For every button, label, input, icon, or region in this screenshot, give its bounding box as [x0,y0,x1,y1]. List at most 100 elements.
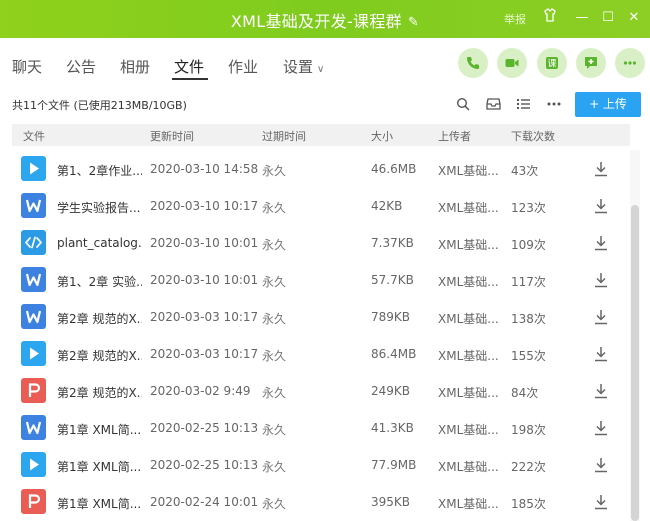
table-row[interactable]: plant_catalog... 2020-03-10 10:01 永久 7.37KB… [12,226,618,263]
file-size: 57.7KB [371,273,414,287]
word-file-icon [21,193,46,218]
table-row[interactable]: 第2章 规范的X... 2020-03-03 10:17 永久 789KB XML基础.… [12,300,618,337]
file-uploader: XML基础... [438,460,499,474]
file-expire-time: 永久 [262,423,287,437]
column-header-downloads[interactable]: 下载次数 [511,128,555,144]
file-size: 395KB [371,495,411,509]
more-actions-button[interactable] [615,48,645,78]
download-icon[interactable] [594,346,608,362]
close-icon[interactable]: ✕ [624,8,644,28]
chevron-down-icon: ∨ [317,64,325,75]
file-uploader: XML基础... [438,164,499,178]
active-tab-indicator [172,78,208,80]
file-name[interactable]: 学生实验报告... [57,199,142,216]
table-row[interactable]: 第1、2章 实验... 2020-03-10 10:01 永久 57.7KB XML基础… [12,263,618,300]
file-name[interactable]: 第1、2章作业... [57,162,142,179]
window-title-text: XML基础及开发-课程群 [230,12,402,31]
video-icon [505,59,519,67]
file-download-count: 222次 [511,460,546,474]
list-view-icon[interactable] [515,97,531,113]
file-summary: 共11个文件 (已使用213MB/10GB) [12,99,187,112]
file-name[interactable]: 第2章 规范的X... [57,310,142,327]
skin-icon[interactable] [540,8,560,28]
download-icon[interactable] [594,198,608,214]
tab-chat[interactable]: 聊天 [12,56,42,77]
download-icon[interactable] [594,161,608,177]
tab-settings[interactable]: 设置 ∨ [283,56,324,77]
upload-button[interactable]: + 上传 [575,92,641,117]
column-header-size[interactable]: 大小 [371,128,393,144]
file-uploader: XML基础... [438,238,499,252]
file-download-count: 43次 [511,164,539,178]
file-expire-time: 永久 [262,349,287,363]
file-updated-time: 2020-03-02 9:49 [150,384,251,398]
inbox-icon[interactable] [485,97,501,113]
file-download-count: 185次 [511,497,546,511]
column-header-uploader[interactable]: 上传者 [438,128,471,144]
file-expire-time: 永久 [262,164,287,178]
file-size: 7.37KB [371,236,414,250]
download-icon[interactable] [594,457,608,473]
edit-pencil-icon[interactable]: ✎ [408,15,419,30]
file-name[interactable]: 第1章 XML简... [57,458,142,475]
file-name[interactable]: 第2章 规范的X... [57,347,142,364]
minimize-icon[interactable]: — [572,8,592,28]
file-download-count: 123次 [511,201,546,215]
file-name[interactable]: 第1章 XML简... [57,421,142,438]
message-button[interactable] [576,48,606,78]
file-updated-time: 2020-03-03 10:17 [150,347,259,361]
video-file-icon [21,156,46,181]
download-icon[interactable] [594,494,608,510]
file-updated-time: 2020-03-10 10:01 [150,273,259,287]
report-link[interactable]: 举报 [504,11,526,27]
title-bar: XML基础及开发-课程群 ✎ 举报 — ☐ ✕ [0,0,650,38]
download-icon[interactable] [594,420,608,436]
table-row[interactable]: 第1、2章作业... 2020-03-10 14:58 永久 46.6MB XML基础.… [12,152,618,189]
ppt-file-icon [21,378,46,403]
file-uploader: XML基础... [438,275,499,289]
column-header-updated[interactable]: 更新时间 [150,128,194,144]
tab-settings-label: 设置 [283,58,314,76]
phone-call-button[interactable] [458,48,488,78]
word-file-icon [21,415,46,440]
file-updated-time: 2020-03-10 10:17 [150,199,259,213]
tab-files[interactable]: 文件 [174,56,204,77]
file-download-count: 109次 [511,238,546,252]
more-options-icon[interactable] [546,97,562,113]
file-updated-time: 2020-02-25 10:13 [150,458,259,472]
file-download-count: 198次 [511,423,546,437]
file-updated-time: 2020-03-10 14:58 [150,162,259,176]
video-file-icon [21,341,46,366]
file-download-count: 138次 [511,312,546,326]
table-row[interactable]: 第2章 规范的X... 2020-03-03 10:17 永久 86.4MB XML基础… [12,337,618,374]
tab-announcement[interactable]: 公告 [66,56,96,77]
file-name[interactable]: 第2章 规范的X... [57,384,142,401]
file-name[interactable]: plant_catalog... [57,236,142,250]
column-header-name[interactable]: 文件 [23,128,45,144]
table-row[interactable]: 第1章 XML简... 2020-02-25 10:13 永久 41.3KB XML基础… [12,411,618,448]
table-row[interactable]: 学生实验报告... 2020-03-10 10:17 永久 42KB XML基础... 1… [12,189,618,226]
ppt-file-icon [21,489,46,514]
lesson-button[interactable]: 课 [537,48,567,78]
tab-album[interactable]: 相册 [120,56,150,77]
file-size: 42KB [371,199,403,213]
lesson-icon: 课 [546,57,558,70]
file-size: 46.6MB [371,162,417,176]
video-call-button[interactable] [497,48,527,78]
download-icon[interactable] [594,272,608,288]
file-name[interactable]: 第1章 XML简... [57,495,142,512]
download-icon[interactable] [594,383,608,399]
tab-homework[interactable]: 作业 [228,56,258,77]
search-icon[interactable] [455,97,471,113]
column-header-expire[interactable]: 过期时间 [262,128,306,144]
table-row[interactable]: 第1章 XML简... 2020-02-24 10:01 永久 395KB XML基础.… [12,485,618,521]
file-expire-time: 永久 [262,386,287,400]
table-row[interactable]: 第1章 XML简... 2020-02-25 10:13 永久 77.9MB XML基础… [12,448,618,485]
download-icon[interactable] [594,235,608,251]
table-row[interactable]: 第2章 规范的X... 2020-03-02 9:49 永久 249KB XML基础..… [12,374,618,411]
scrollbar-thumb[interactable] [631,205,639,521]
file-name[interactable]: 第1、2章 实验... [57,273,142,290]
video-file-icon [21,452,46,477]
download-icon[interactable] [594,309,608,325]
maximize-icon[interactable]: ☐ [598,8,618,28]
